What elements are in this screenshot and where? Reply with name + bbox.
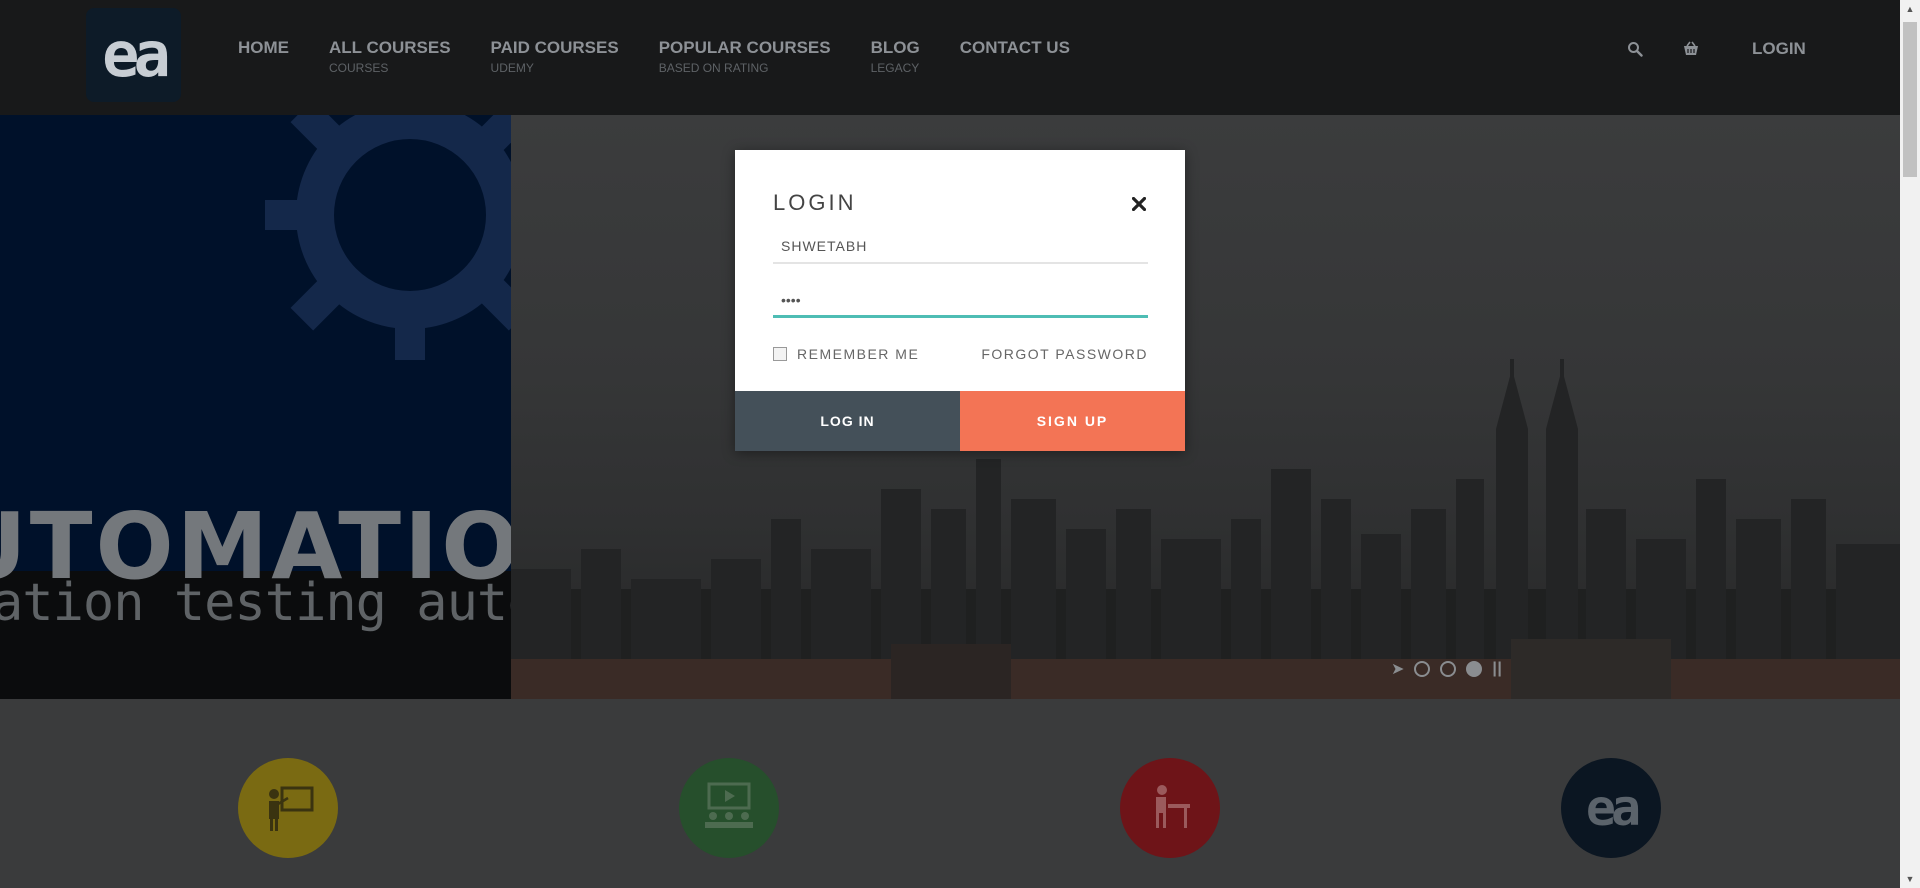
site-logo[interactable]: ea	[86, 8, 181, 102]
slider-controls: ➤ | |	[1391, 659, 1502, 679]
scroll-down-arrow-icon[interactable]: ▼	[1900, 870, 1920, 888]
log-in-button[interactable]: LOG IN	[735, 391, 960, 451]
menu-item-home[interactable]: HOME	[238, 38, 289, 75]
modal-title: LOGIN	[773, 190, 857, 215]
hero-banner-panel: UTOMATION ation testing automated	[0, 115, 511, 699]
main-menu: HOME ALL COURSES COURSES PAID COURSES UD…	[238, 38, 1110, 75]
nav-login-link[interactable]: LOGIN	[1752, 39, 1806, 59]
search-icon[interactable]	[1624, 38, 1646, 60]
ea-logo-text: ea	[1585, 779, 1641, 837]
nav-actions: LOGIN	[1624, 38, 1806, 60]
login-modal: LOGIN REMEMBER ME FORGOT PASSWORD LOG IN…	[735, 150, 1185, 451]
cart-icon[interactable]	[1680, 38, 1702, 60]
menu-item-label: CONTACT US	[959, 38, 1070, 57]
menu-item-popular-courses[interactable]: POPULAR COURSES BASED ON RATING	[659, 38, 831, 75]
slider-dot-active[interactable]	[1466, 661, 1483, 677]
close-icon[interactable]	[1127, 192, 1151, 216]
menu-item-label: PAID COURSES	[490, 38, 619, 57]
student-desk-icon	[1120, 758, 1220, 858]
video-class-icon	[679, 758, 779, 858]
hero-subtitle: ation testing automated	[0, 573, 511, 633]
menu-item-label: ALL COURSES	[329, 38, 451, 57]
menu-item-all-courses[interactable]: ALL COURSES COURSES	[329, 38, 451, 75]
menu-item-label: BLOG	[870, 38, 920, 57]
menu-item-sublabel: BASED ON RATING	[658, 61, 769, 75]
remember-me-label: REMEMBER ME	[797, 346, 920, 362]
menu-item-sublabel: COURSES	[329, 61, 389, 75]
login-options-row: REMEMBER ME FORGOT PASSWORD	[773, 346, 1148, 362]
slider-dot[interactable]	[1414, 661, 1431, 677]
remember-me-checkbox[interactable]	[773, 347, 787, 361]
forgot-password-link[interactable]: FORGOT PASSWORD	[981, 346, 1148, 362]
password-input[interactable]	[773, 284, 1148, 318]
menu-item-label: HOME	[238, 38, 289, 57]
menu-item-paid-courses[interactable]: PAID COURSES UDEMY	[491, 38, 619, 75]
logo-text: ea	[102, 18, 171, 91]
teacher-icon	[238, 758, 338, 858]
menu-item-label: POPULAR COURSES	[658, 38, 831, 57]
features-section: ea	[0, 699, 1900, 888]
slider-next-arrow-icon[interactable]: ➤	[1391, 659, 1404, 679]
scrollbar-thumb[interactable]	[1903, 22, 1917, 177]
page: ea HOME ALL COURSES COURSES PAID COURSES…	[0, 0, 1900, 888]
slider-dot[interactable]	[1440, 661, 1457, 677]
menu-item-contact-us[interactable]: CONTACT US	[960, 38, 1070, 75]
menu-item-blog[interactable]: BLOG LEGACY	[871, 38, 920, 75]
scroll-up-arrow-icon[interactable]: ▲	[1900, 0, 1920, 18]
menu-item-sublabel: UDEMY	[490, 61, 534, 75]
ea-logo-icon: ea	[1561, 758, 1661, 858]
city-skyline-image	[511, 359, 1900, 699]
sign-up-button[interactable]: SIGN UP	[960, 391, 1185, 451]
top-navbar: ea HOME ALL COURSES COURSES PAID COURSES…	[0, 0, 1900, 115]
remember-me-option[interactable]: REMEMBER ME	[773, 346, 919, 362]
menu-item-sublabel: LEGACY	[870, 61, 920, 75]
page-scrollbar[interactable]: ▲ ▼	[1900, 0, 1920, 888]
username-input[interactable]	[773, 230, 1148, 264]
gear-icon	[265, 115, 511, 360]
hero-city-image: ➤ | |	[511, 115, 1900, 699]
slider-pause-icon[interactable]: | |	[1492, 660, 1502, 678]
